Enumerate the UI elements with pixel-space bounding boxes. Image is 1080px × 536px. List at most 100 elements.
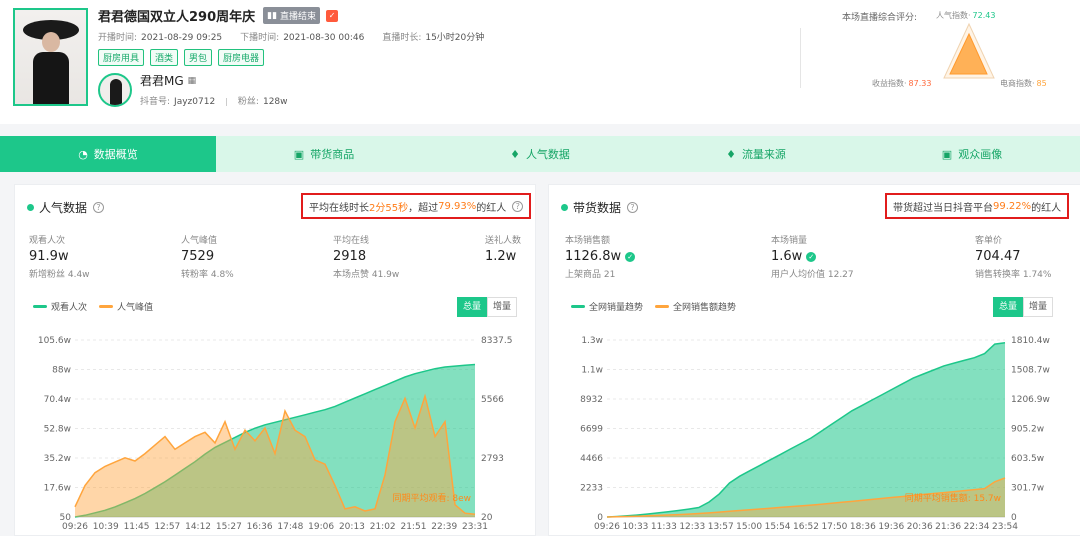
verified-icon: ✓ [625, 251, 636, 262]
verified-icon: ✓ [806, 251, 817, 262]
y-left-tick-label: 88w [52, 366, 71, 376]
help-icon[interactable]: ? [93, 202, 105, 213]
douyin-id-value: Jayz0712 [174, 97, 216, 107]
metric-unit-price: 客单价 704.47 销售转换率 1.74% [975, 236, 1052, 280]
y-left-tick-label: 1.1w [581, 366, 603, 376]
y-right-tick-label: 1810.4w [1011, 336, 1050, 346]
tag-kitchenware[interactable]: 厨房用具 [98, 49, 145, 66]
start-time: 开播时间: 2021-08-29 09:25 [98, 33, 223, 43]
douyin-link-icon[interactable]: ✓ [326, 9, 339, 22]
flame-icon: ♦ [510, 147, 520, 161]
host-name-row: 君君MG ▦ [140, 72, 288, 89]
divider [800, 28, 801, 88]
y-right-tick-label: 301.7w [1011, 484, 1044, 494]
cover-face-shape [42, 32, 60, 52]
x-tick-label: 15:00 [736, 522, 762, 532]
x-tick-label: 19:36 [878, 522, 904, 532]
x-tick-label: 15:27 [216, 522, 242, 532]
host-name[interactable]: 君君MG [140, 72, 184, 89]
y-right-tick-label: 905.2w [1011, 425, 1044, 435]
y-left-tick-label: 4466 [580, 454, 603, 464]
popularity-panel: 人气数据 ? 平均在线时长 2分55秒 ，超过 79.93% 的红人 ? 观看人次 … [14, 184, 536, 536]
score-radar-chart [943, 22, 995, 79]
title-dot [561, 204, 568, 211]
legend-views[interactable]: 观看人次 [33, 300, 87, 313]
x-tick-label: 21:02 [370, 522, 396, 532]
live-meta-row: 开播时间: 2021-08-29 09:25 下播时间: 2021-08-30 00… [98, 30, 502, 43]
title-dot [27, 204, 34, 211]
qrcode-icon[interactable]: ▦ [188, 76, 197, 86]
y-left-tick-label: 35.2w [44, 454, 71, 464]
popularity-legend: 观看人次 人气峰值 [33, 300, 165, 313]
metric-avg-online: 平均在线 2918 本场点赞 41.9w [333, 236, 400, 280]
tag-mens-bag[interactable]: 男包 [184, 49, 213, 66]
drop-icon: ♦ [726, 147, 736, 161]
total-button[interactable]: 总量 [457, 297, 487, 317]
x-tick-label: 13:57 [708, 522, 734, 532]
popularity-title: 人气数据 ? [27, 199, 105, 216]
y-right-tick-label: 5566 [481, 395, 504, 405]
fans-label: 粉丝: [237, 97, 259, 107]
tag-liquor[interactable]: 酒类 [150, 49, 179, 66]
x-tick-label: 21:51 [400, 522, 426, 532]
divider [226, 97, 228, 106]
y-right-tick-label: 603.5w [1011, 454, 1044, 464]
tab-popularity[interactable]: ♦ 人气数据 [432, 136, 648, 172]
sales-rank-highlight: 带货超过当日抖音平台 99.22% 的红人 [885, 193, 1070, 219]
live-room-header: 君君德国双立人290周年庆 ▮▮ 直播结束 ✓ 开播时间: 2021-08-29 … [0, 0, 1080, 124]
x-tick-label: 11:33 [651, 522, 677, 532]
popularity-chart: 5017.6w35.2w52.8w70.4w88w105.6w202793556… [38, 336, 513, 532]
portrait-icon: ▣ [941, 147, 953, 161]
live-status-text: 直播结束 [280, 12, 317, 22]
y-right-tick-label: 2793 [481, 454, 504, 464]
y-right-tick-label: 1206.9w [1011, 395, 1050, 405]
live-duration: 直播时长: 15小时20分钟 [382, 33, 485, 43]
tag-kitchen-appliance[interactable]: 厨房电器 [218, 49, 265, 66]
increment-button[interactable]: 增量 [1023, 297, 1053, 317]
x-tick-label: 12:33 [679, 522, 705, 532]
x-tick-label: 22:39 [431, 522, 457, 532]
tab-audience[interactable]: ▣ 观众画像 [864, 136, 1080, 172]
revenue-index: 收益指数· 87.33 [872, 79, 932, 88]
y-right-tick-label: 8337.5 [481, 336, 513, 346]
help-icon[interactable]: ? [512, 200, 524, 212]
shopping-bag-icon: ▣ [293, 147, 305, 161]
tab-products[interactable]: ▣ 带货商品 [216, 136, 432, 172]
cover-dress-shape [33, 52, 69, 104]
metric-views: 观看人次 91.9w 新增粉丝 4.4w [29, 236, 90, 280]
x-tick-label: 10:33 [622, 522, 648, 532]
x-tick-label: 20:13 [339, 522, 365, 532]
ecommerce-index: 电商指数· 85 [1000, 79, 1047, 88]
increment-button[interactable]: 增量 [487, 297, 517, 317]
sales-toggle: 总量 增量 [993, 297, 1053, 317]
help-icon[interactable]: ? [627, 202, 639, 213]
x-tick-label: 09:26 [62, 522, 88, 532]
live-status-badge: ▮▮ 直播结束 [263, 7, 321, 24]
avatar[interactable] [98, 72, 132, 107]
x-tick-label: 18:36 [850, 522, 876, 532]
x-tick-label: 10:39 [93, 522, 119, 532]
y-left-tick-label: 52.8w [44, 425, 71, 435]
y-left-tick-label: 6699 [580, 425, 603, 435]
sales-title: 带货数据 ? [561, 199, 639, 216]
popularity-toggle: 总量 增量 [457, 297, 517, 317]
legend-sales-volume[interactable]: 全网销量趋势 [571, 300, 643, 313]
total-button[interactable]: 总量 [993, 297, 1023, 317]
pie-chart-icon: ◔ [78, 147, 88, 161]
live-cover-image[interactable] [13, 8, 88, 106]
y-left-tick-label: 1.3w [581, 336, 603, 346]
x-tick-label: 19:06 [308, 522, 334, 532]
legend-sales-amount[interactable]: 全网销售额趋势 [655, 300, 736, 313]
douyin-id-label: 抖音号: [140, 97, 171, 107]
x-tick-label: 15:54 [765, 522, 791, 532]
live-room-title: 君君德国双立人290周年庆 [98, 10, 256, 25]
tab-overview[interactable]: ◔ 数据概览 [0, 136, 216, 172]
x-tick-label: 14:12 [185, 522, 211, 532]
x-tick-label: 17:48 [277, 522, 303, 532]
y-right-tick-label: 1508.7w [1011, 366, 1050, 376]
x-tick-label: 22:34 [964, 522, 990, 532]
category-tags: 厨房用具 酒类 男包 厨房电器 [98, 49, 270, 66]
tab-traffic-source[interactable]: ♦ 流量来源 [648, 136, 864, 172]
legend-peak[interactable]: 人气峰值 [99, 300, 153, 313]
x-tick-label: 23:31 [462, 522, 488, 532]
